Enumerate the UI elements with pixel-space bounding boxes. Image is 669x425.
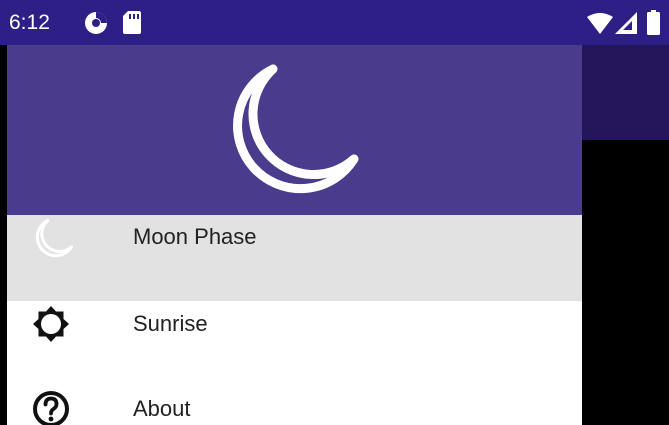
wifi-icon: [587, 13, 613, 34]
sun-icon: [33, 306, 69, 342]
sd-card-icon: [123, 11, 141, 34]
drawer-item-label: Moon Phase: [133, 224, 257, 249]
drawer-item-about[interactable]: About: [7, 361, 582, 425]
drawer-item-label: Sunrise: [133, 311, 208, 336]
status-time: 6:12: [9, 11, 50, 34]
status-bar: 6:12: [0, 0, 669, 45]
help-icon: [33, 391, 69, 425]
drawer-item-moon-phase[interactable]: Moon Phase: [7, 215, 582, 301]
navigation-drawer: Moon Phase Sunrise About: [7, 45, 582, 425]
drawer-item-sunrise[interactable]: Sunrise: [7, 301, 582, 361]
battery-icon: [647, 10, 660, 35]
app-bar: [582, 45, 669, 140]
drawer-header: [7, 45, 582, 215]
cell-signal-icon: [615, 12, 637, 34]
drawer-item-label: About: [133, 396, 191, 421]
moon-icon: [233, 64, 359, 194]
data-saver-icon: [85, 12, 107, 34]
moon-icon: [35, 218, 74, 258]
